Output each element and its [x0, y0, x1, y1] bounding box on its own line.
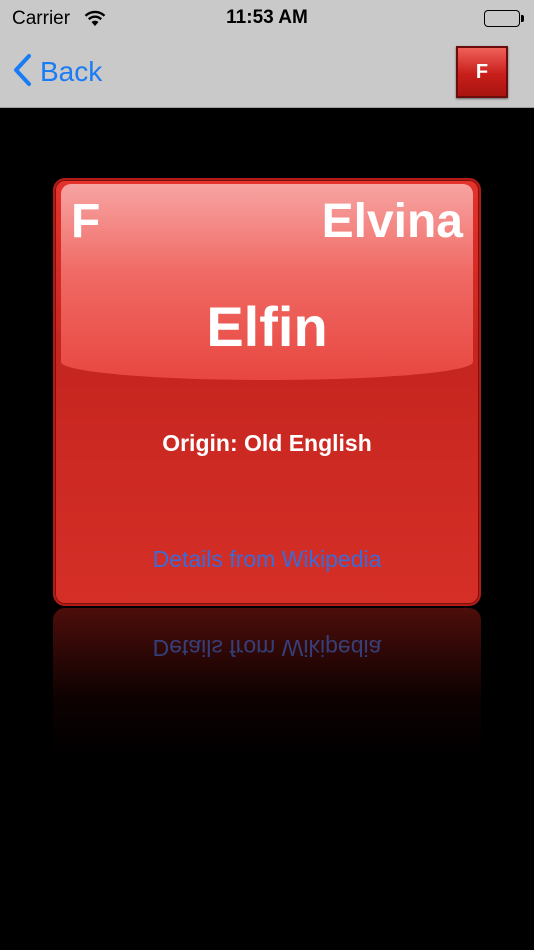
card-letter: F	[71, 195, 101, 248]
chevron-left-icon	[12, 53, 32, 92]
reflection-link-text: Details from Wikipedia	[152, 635, 382, 661]
back-button[interactable]: Back	[12, 52, 102, 92]
card-name: Elvina	[321, 195, 463, 248]
battery-icon	[484, 10, 524, 27]
card-meaning: Elfin	[206, 295, 328, 358]
card-reflection: Details from Wikipedia	[53, 608, 481, 758]
letter-badge-button[interactable]: F	[456, 46, 508, 98]
card-origin: Origin: Old English	[162, 430, 372, 456]
back-label: Back	[40, 56, 103, 87]
wikipedia-link[interactable]: Details from Wikipedia	[55, 546, 479, 573]
name-card: F Elvina Elfin Origin: Old English Detai…	[53, 178, 481, 606]
status-bar: Carrier 11:53 AM	[0, 0, 534, 38]
navigation-bar: Back F	[0, 38, 534, 108]
clock: 11:53 AM	[226, 7, 308, 28]
